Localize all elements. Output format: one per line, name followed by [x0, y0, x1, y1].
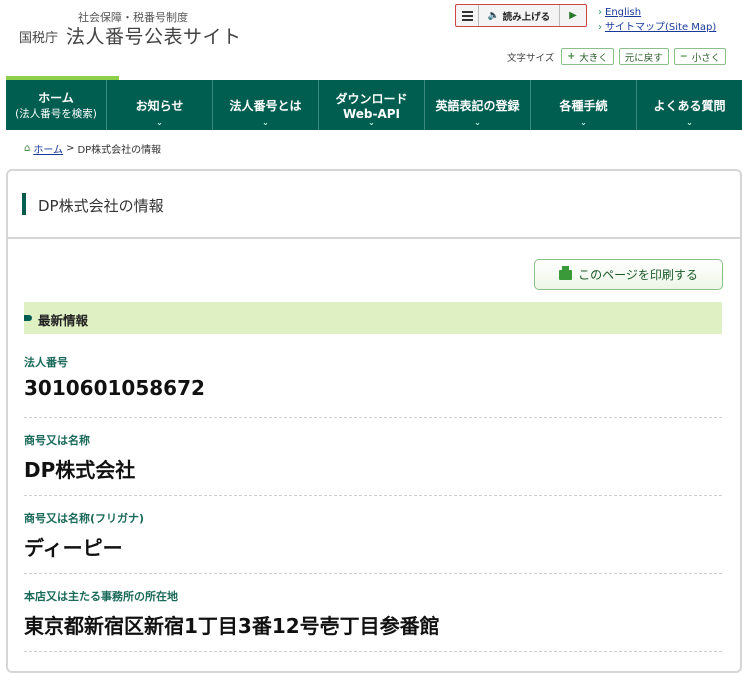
field-address: 本店又は主たる事務所の所在地 東京都新宿区新宿1丁目3番12号壱丁目参番館	[24, 588, 722, 652]
field-label: 商号又は名称(フリガナ)	[24, 512, 145, 525]
field-value: DP株式会社	[24, 458, 136, 482]
font-smaller-button[interactable]: − 小さく	[673, 48, 727, 65]
page-title: DP株式会社の情報	[38, 197, 164, 215]
nav-home[interactable]: ホーム (法人番号を検索)	[6, 80, 107, 130]
breadcrumb-current: DP株式会社の情報	[77, 145, 162, 156]
field-corporate-number: 法人番号 3010601058672	[24, 354, 722, 418]
nav-procedures[interactable]: 各種手続 ⌄	[531, 80, 637, 130]
print-page-button[interactable]: このページを印刷する	[534, 259, 723, 290]
field-divider	[24, 417, 722, 418]
font-larger-button[interactable]: + 大きく	[561, 48, 614, 65]
site-header: 社会保障・税番号制度 国税庁 法人番号公表サイト 🔈 読み上げる ▶ › Engl…	[0, 0, 742, 76]
minus-icon: −	[679, 51, 688, 62]
text-reader-widget: 🔈 読み上げる ▶	[455, 4, 587, 27]
breadcrumb: ⌂ ホーム > DP株式会社の情報	[24, 141, 161, 156]
chevron-down-icon: ⌄	[580, 118, 587, 127]
play-icon: ▶	[569, 10, 577, 21]
field-label: 商号又は名称	[24, 434, 90, 447]
chevron-down-icon: ⌄	[686, 118, 693, 127]
field-divider	[24, 495, 722, 496]
field-divider	[24, 573, 722, 574]
chevron-down-icon: ⌄	[474, 118, 481, 127]
corporate-info-panel: DP株式会社の情報 このページを印刷する 最新情報 法人番号 301060105…	[6, 169, 742, 673]
read-aloud-label: 読み上げる	[502, 11, 551, 23]
font-size-controls: 文字サイズ + 大きく 元に戻す − 小さく	[507, 48, 727, 65]
section-marker	[24, 315, 32, 321]
nav-news[interactable]: お知らせ ⌄	[107, 80, 213, 130]
nav-download[interactable]: ダウンロード Web-API ⌄	[319, 80, 425, 130]
font-size-label: 文字サイズ	[507, 52, 555, 64]
speaker-icon: 🔈	[487, 10, 500, 21]
chevron-right-icon: ›	[598, 7, 602, 18]
sitemap-link[interactable]: › サイトマップ(Site Map)	[598, 20, 716, 35]
title-accent-bar	[22, 193, 26, 215]
breadcrumb-home-link[interactable]: ホーム	[33, 141, 63, 156]
chevron-right-icon: ›	[598, 22, 602, 33]
agency-name[interactable]: 国税庁	[19, 27, 58, 46]
menu-icon	[461, 14, 473, 17]
reader-menu-button[interactable]	[456, 5, 479, 26]
panel-header: DP株式会社の情報	[8, 171, 740, 239]
nav-about[interactable]: 法人番号とは ⌄	[213, 80, 319, 130]
nav-faq[interactable]: よくある質問 ⌄	[637, 80, 742, 130]
font-reset-button[interactable]: 元に戻す	[618, 48, 669, 65]
global-nav: ホーム (法人番号を検索) お知らせ ⌄ 法人番号とは ⌄ ダウンロード Web…	[6, 80, 742, 130]
section-title: 最新情報	[38, 313, 89, 328]
home-icon: ⌂	[24, 143, 31, 154]
play-button[interactable]: ▶	[560, 5, 586, 26]
english-link[interactable]: › English	[598, 5, 716, 20]
nav-english-registration[interactable]: 英語表記の登録 ⌄	[425, 80, 531, 130]
printer-icon	[559, 265, 573, 280]
site-title[interactable]: 法人番号公表サイト	[66, 22, 242, 49]
read-aloud-button[interactable]: 🔈 読み上げる	[479, 5, 560, 26]
field-value: 東京都新宿区新宿1丁目3番12号壱丁目参番館	[24, 614, 440, 638]
field-value: 3010601058672	[24, 376, 205, 400]
field-label: 本店又は主たる事務所の所在地	[24, 590, 178, 603]
print-page-label: このページを印刷する	[578, 268, 698, 282]
breadcrumb-separator: >	[66, 143, 75, 154]
field-label: 法人番号	[24, 356, 68, 369]
chevron-down-icon: ⌄	[368, 118, 375, 127]
plus-icon: +	[567, 51, 576, 62]
chevron-down-icon: ⌄	[156, 118, 163, 127]
field-trade-name: 商号又は名称 DP株式会社	[24, 432, 722, 496]
chevron-down-icon: ⌄	[262, 118, 269, 127]
field-value: ディーピー	[24, 536, 123, 560]
section-heading: 最新情報	[24, 302, 722, 334]
header-links: › English › サイトマップ(Site Map)	[598, 5, 716, 35]
field-trade-name-furigana: 商号又は名称(フリガナ) ディーピー	[24, 510, 722, 574]
